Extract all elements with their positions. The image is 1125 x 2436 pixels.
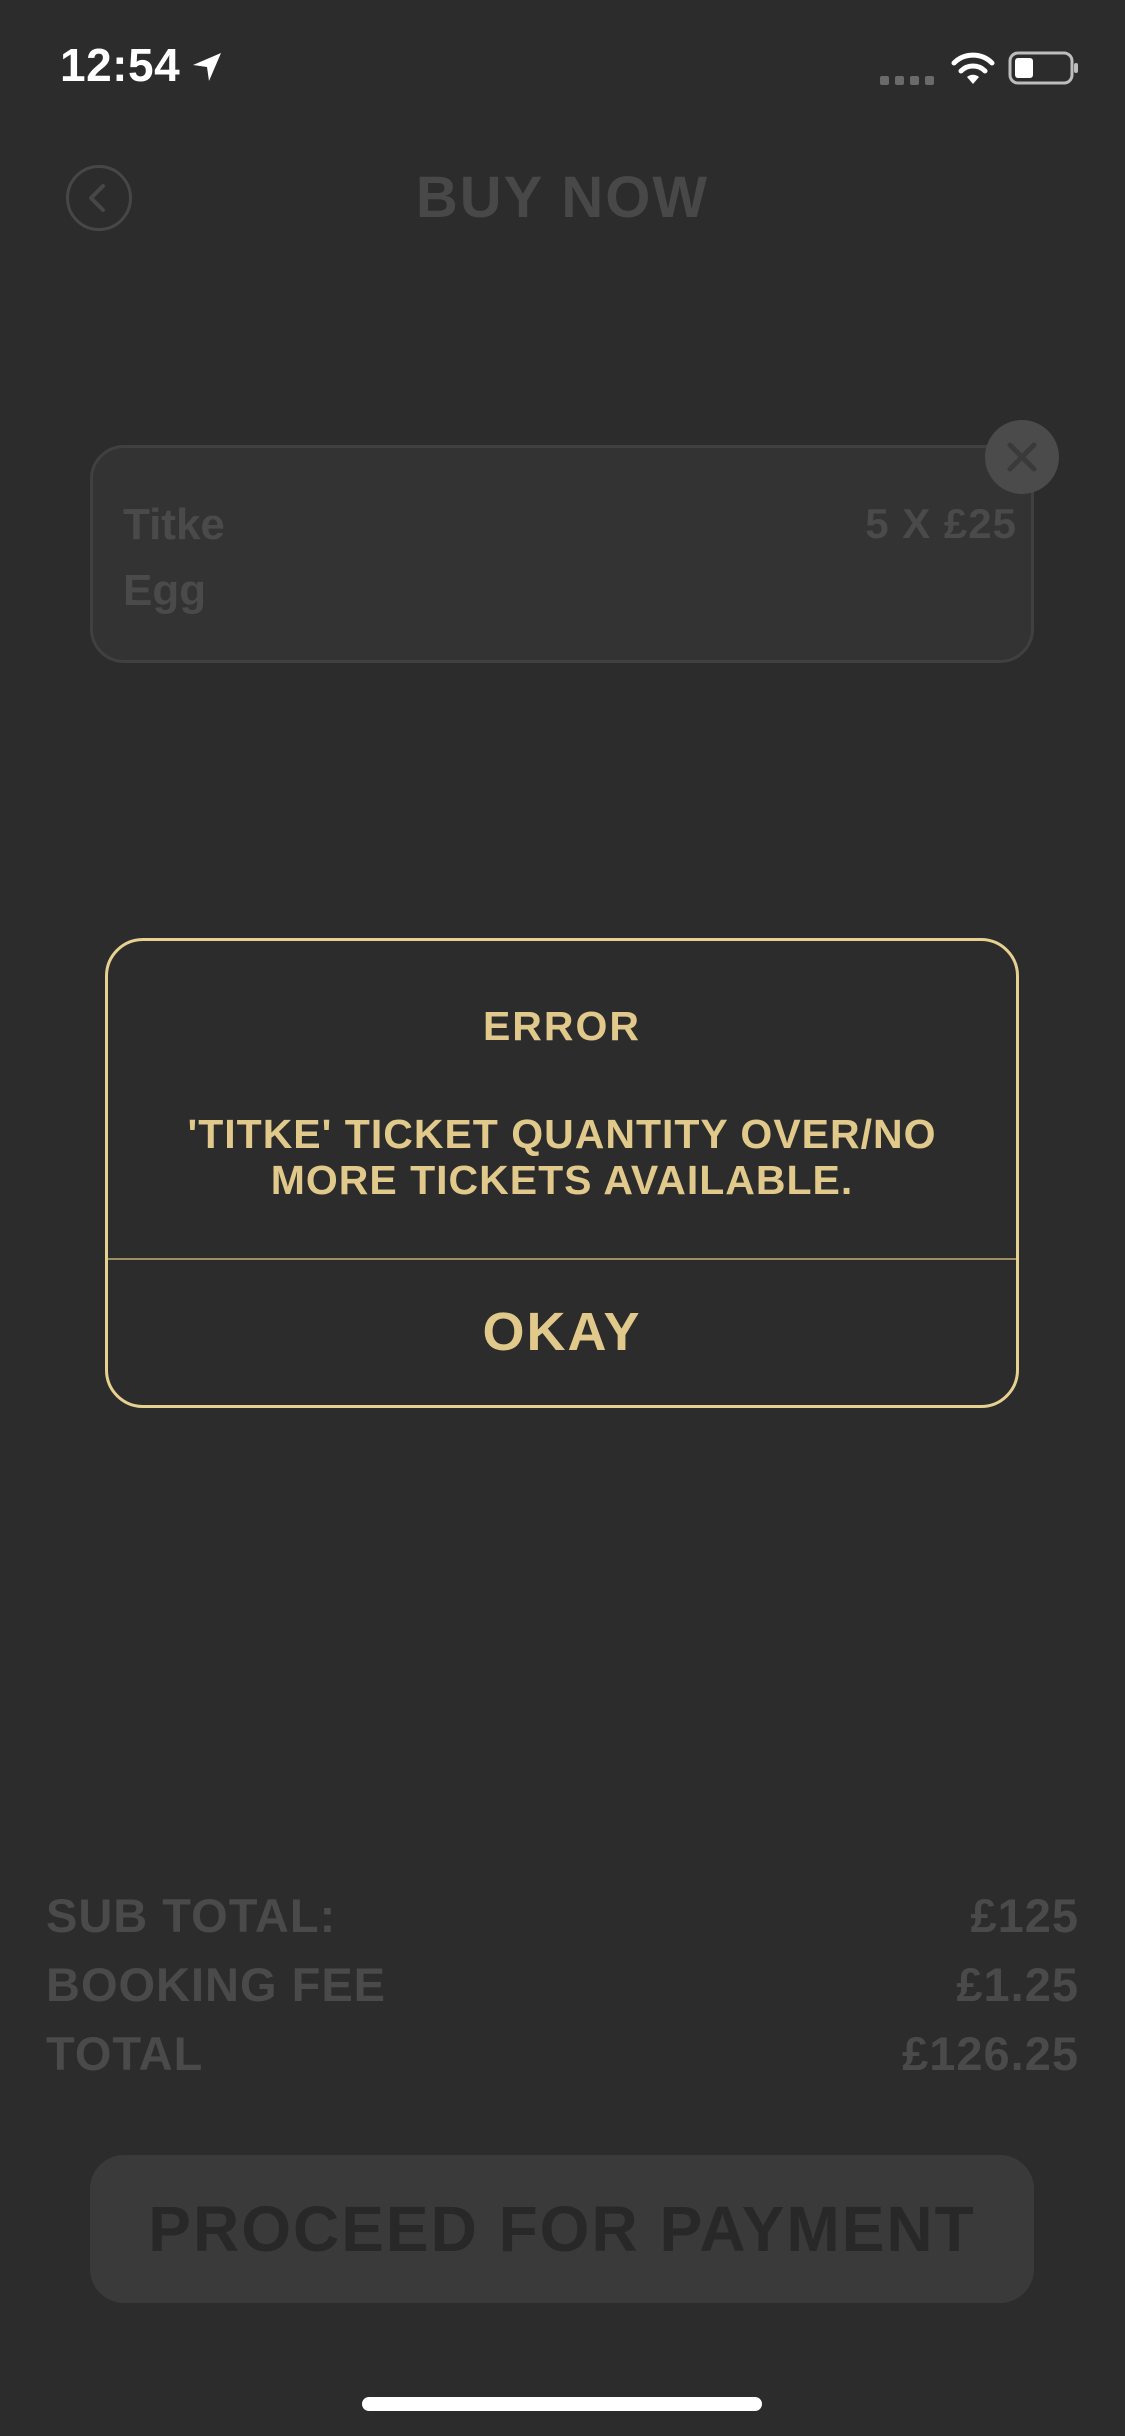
dialog-message: 'TITKE' TICKET QUANTITY OVER/NO MORE TIC…	[187, 1111, 937, 1203]
wifi-icon	[951, 52, 995, 84]
home-indicator[interactable]	[362, 2397, 762, 2411]
booking-fee-label: BOOKING FEE	[46, 1958, 387, 2011]
booking-fee-row: BOOKING FEE £1.25	[46, 1957, 1079, 2017]
cellular-signal-icon	[880, 76, 934, 85]
dialog-title: ERROR	[482, 1003, 642, 1049]
location-arrow-icon	[193, 53, 221, 81]
remove-ticket-button[interactable]	[985, 420, 1059, 494]
proceed-for-payment-button[interactable]: PROCEED FOR PAYMENT	[90, 2155, 1034, 2303]
status-bar: 12:54	[0, 0, 1125, 140]
page-title: BUY NOW	[415, 165, 710, 230]
total-value: £126.25	[902, 2027, 1079, 2080]
ticket-card: Titke Egg 5 X £25	[90, 445, 1034, 663]
booking-fee-value: £1.25	[956, 1958, 1079, 2011]
error-dialog: ERROR 'TITKE' TICKET QUANTITY OVER/NO MO…	[105, 938, 1019, 1408]
subtotal-value: £125	[970, 1889, 1079, 1942]
ticket-name: Titke	[123, 500, 225, 549]
close-icon	[1007, 442, 1037, 472]
ticket-qty-price: 5 X £25	[865, 500, 1017, 547]
okay-button[interactable]: OKAY	[108, 1260, 1016, 1405]
subtotal-row: SUB TOTAL: £125	[46, 1888, 1079, 1948]
status-time: 12:54	[60, 39, 181, 91]
ticket-subname: Egg	[123, 566, 207, 615]
total-row: TOTAL £126.25	[46, 2026, 1079, 2086]
total-label: TOTAL	[46, 2027, 204, 2080]
subtotal-label: SUB TOTAL:	[46, 1889, 337, 1942]
battery-icon	[1008, 51, 1078, 85]
